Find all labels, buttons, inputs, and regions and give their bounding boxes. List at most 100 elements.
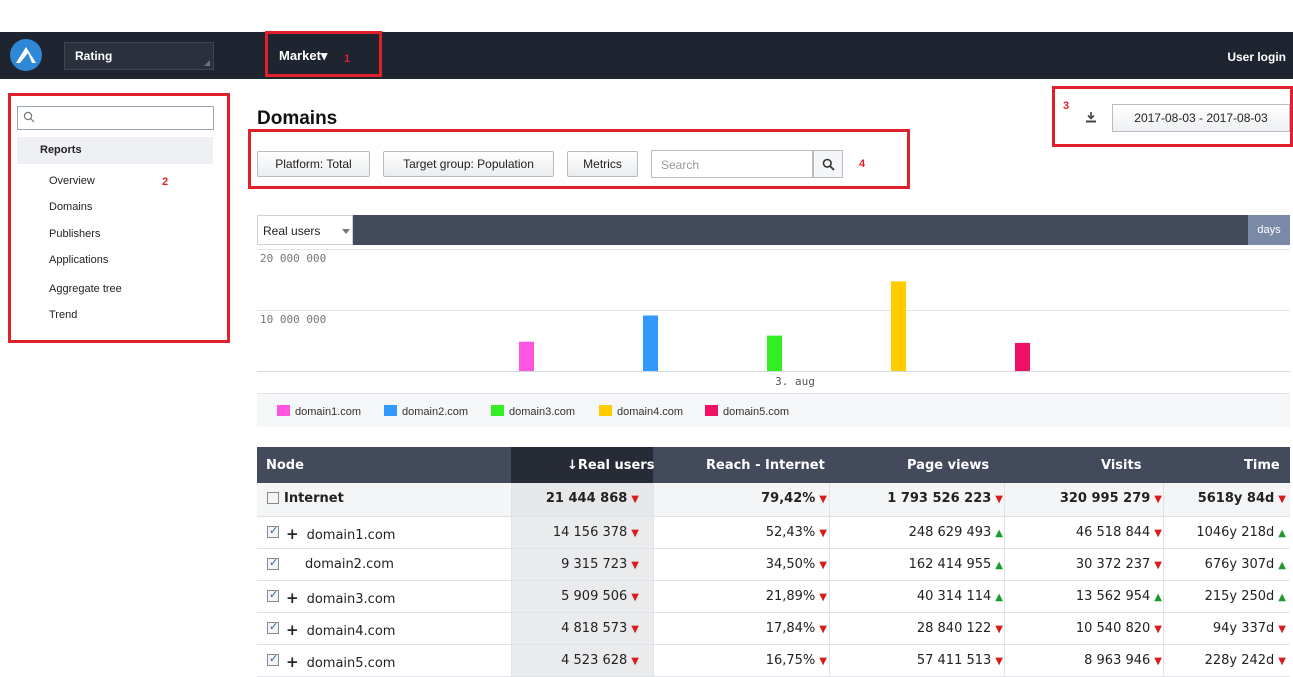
annotation-number-3: 3 [1063, 100, 1070, 112]
bar-domain3-com[interactable] [767, 335, 782, 371]
table-row[interactable]: +domain5.com4 523 628▼16,75%▼57 411 513▼… [257, 645, 1290, 677]
cell-value: 94y 337d [1212, 621, 1275, 636]
trend-up-icon: ▲ [1278, 560, 1286, 571]
row-checkbox[interactable] [267, 588, 279, 602]
row-checkbox[interactable] [267, 556, 279, 570]
cell-value: 5618y 84d [1197, 491, 1275, 506]
legend-item-domain1-com[interactable]: domain1.com [277, 405, 361, 418]
cell-visits: 13 562 954 ▲ [1076, 589, 1162, 604]
chart-panel: Real users days 20 000 000 10 000 000 3. a… [257, 215, 1290, 427]
table-total-row[interactable]: Internet 21 444 868 ▼ 79,42% ▼ 1 793 526 223 ▼… [257, 483, 1290, 517]
bar-domain1-com[interactable] [519, 341, 534, 371]
cell-time: 1046y 218d ▲ [1196, 525, 1286, 540]
chevron-down-icon [342, 229, 350, 234]
cell-value: 52,43% [765, 525, 816, 540]
trend-down-icon: ▼ [631, 494, 639, 505]
sidebar-item-aggregate-tree[interactable]: Aggregate tree [49, 283, 122, 295]
expand-plus-icon[interactable]: + [286, 525, 299, 543]
cell-reach: 21,89% ▼ [766, 589, 827, 604]
user-login-link[interactable]: User login [1227, 50, 1286, 64]
trend-down-icon: ▼ [819, 592, 827, 603]
sidebar-item-publishers[interactable]: Publishers [49, 228, 100, 240]
trend-down-icon: ▼ [1154, 560, 1162, 571]
legend-item-domain3-com[interactable]: domain3.com [491, 405, 575, 418]
column-header-page-views[interactable]: Page views [907, 458, 989, 473]
table-row[interactable]: +domain1.com14 156 378▼52,43%▼248 629 49… [257, 517, 1290, 549]
row-checkbox[interactable] [267, 652, 279, 666]
table-row[interactable]: +domain4.com4 818 573▼17,84%▼28 840 122▼… [257, 613, 1290, 645]
search-input[interactable]: Search [651, 150, 813, 178]
table-row[interactable]: domain2.com9 315 723▼34,50%▼162 414 955▲… [257, 549, 1290, 581]
bar-domain5-com[interactable] [1015, 342, 1030, 371]
trend-down-icon: ▼ [631, 624, 639, 635]
node-name[interactable]: domain1.com [307, 528, 396, 543]
row-checkbox[interactable] [267, 524, 279, 538]
expand-plus-icon[interactable]: + [286, 653, 299, 671]
column-divider [653, 483, 654, 516]
table-row[interactable]: +domain3.com5 909 506▼21,89%▼40 314 114▲… [257, 581, 1290, 613]
column-divider [1004, 483, 1005, 516]
row-checkbox[interactable] [267, 492, 279, 504]
sidebar-section-reports[interactable]: Reports [17, 137, 213, 164]
download-icon[interactable] [1085, 111, 1097, 123]
column-divider [829, 613, 830, 644]
sidebar-search-input[interactable] [17, 106, 214, 130]
legend-item-domain4-com[interactable]: domain4.com [599, 405, 683, 418]
cell-real-users: 21 444 868 ▼ [546, 491, 639, 506]
bar-domain2-com[interactable] [643, 315, 658, 371]
column-divider [1004, 645, 1005, 676]
cell-value: 10 540 820 [1075, 621, 1151, 636]
column-header-time[interactable]: Time [1244, 458, 1280, 473]
row-checkbox[interactable] [267, 620, 279, 634]
column-divider [829, 581, 830, 612]
cell-real-users: 4 818 573 ▼ [561, 621, 639, 636]
legend-swatch [277, 405, 290, 416]
column-header-node[interactable]: Node [266, 458, 304, 473]
sidebar-item-overview[interactable]: Overview [49, 175, 95, 187]
sidebar-item-domains[interactable]: Domains [49, 201, 92, 213]
cell-value: 248 629 493 [908, 525, 992, 540]
metric-select[interactable]: Real users [257, 215, 353, 245]
column-header-reach[interactable]: Reach - Internet [706, 458, 825, 473]
column-header-real-users[interactable]: ↓Real users [567, 458, 654, 473]
bar-domain4-com[interactable] [891, 281, 906, 371]
cell-value: 320 995 279 [1059, 491, 1151, 506]
period-days-button[interactable]: days [1248, 215, 1290, 245]
legend-label: domain4.com [617, 406, 684, 418]
cell-time: 676y 307d ▲ [1205, 557, 1286, 572]
node-name[interactable]: domain2.com [305, 557, 394, 572]
legend-swatch [491, 405, 504, 416]
cell-real-users: 9 315 723 ▼ [561, 557, 639, 572]
rating-select-label: Rating [75, 49, 113, 63]
node-name[interactable]: Internet [284, 491, 344, 506]
y-tick-label: 10 000 000 [260, 313, 326, 326]
date-range-button[interactable]: 2017-08-03 - 2017-08-03 [1112, 104, 1290, 132]
column-divider [829, 517, 830, 548]
legend-item-domain2-com[interactable]: domain2.com [384, 405, 468, 418]
sidebar-item-applications[interactable]: Applications [49, 254, 108, 266]
trend-up-icon: ▲ [995, 560, 1003, 571]
cell-value: 30 372 237 [1075, 557, 1151, 572]
cell-page-views: 162 414 955 ▲ [909, 557, 1003, 572]
column-divider [653, 613, 654, 644]
cell-value: 676y 307d [1204, 557, 1275, 572]
search-button[interactable] [813, 150, 843, 178]
target-group-filter-button[interactable]: Target group: Population [383, 151, 554, 177]
metrics-button[interactable]: Metrics [567, 151, 638, 177]
column-header-visits[interactable]: Visits [1101, 458, 1141, 473]
expand-plus-icon[interactable]: + [286, 621, 299, 639]
node-name[interactable]: domain4.com [307, 624, 396, 639]
sidebar-item-trend[interactable]: Trend [49, 309, 77, 321]
rating-select[interactable]: Rating [64, 42, 214, 70]
node-name[interactable]: domain5.com [307, 656, 396, 671]
triangle-logo-icon[interactable] [10, 39, 42, 71]
legend-item-domain5-com[interactable]: domain5.com [705, 405, 789, 418]
platform-filter-button[interactable]: Platform: Total [257, 151, 370, 177]
annotation-number-4: 4 [859, 158, 866, 170]
column-divider [511, 645, 512, 676]
column-divider [1163, 517, 1164, 548]
expand-plus-icon[interactable]: + [286, 589, 299, 607]
node-name[interactable]: domain3.com [307, 592, 396, 607]
column-divider [1163, 581, 1164, 612]
metric-select-label: Real users [263, 224, 321, 238]
